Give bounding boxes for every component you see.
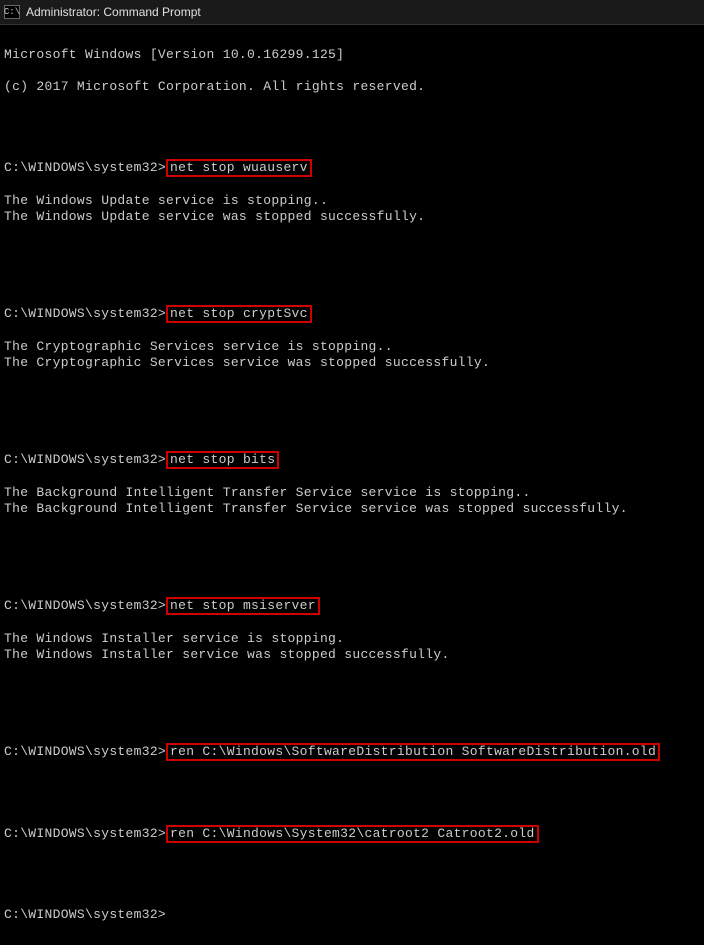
prompt: C:\WINDOWS\system32> bbox=[4, 907, 166, 922]
output-line: The Cryptographic Services service is st… bbox=[4, 339, 393, 354]
window-titlebar[interactable]: C:\ Administrator: Command Prompt bbox=[0, 0, 704, 25]
blank-line bbox=[4, 225, 700, 241]
prompt: C:\WINDOWS\system32> bbox=[4, 452, 166, 467]
cmd-icon: C:\ bbox=[4, 5, 20, 19]
cmd-line: C:\WINDOWS\system32>net stop wuauserv bbox=[4, 159, 700, 177]
highlighted-command: ren C:\Windows\SoftwareDistribution Soft… bbox=[166, 743, 660, 761]
cmd-line: C:\WINDOWS\system32>net stop cryptSvc bbox=[4, 305, 700, 323]
cmd-line: C:\WINDOWS\system32>ren C:\Windows\Softw… bbox=[4, 743, 700, 761]
output-line: The Background Intelligent Transfer Serv… bbox=[4, 485, 531, 500]
prompt: C:\WINDOWS\system32> bbox=[4, 598, 166, 613]
window-title: Administrator: Command Prompt bbox=[26, 5, 201, 19]
highlighted-command: net stop wuauserv bbox=[166, 159, 312, 177]
output-line: The Windows Installer service is stoppin… bbox=[4, 631, 344, 646]
prompt: C:\WINDOWS\system32> bbox=[4, 826, 166, 841]
output-line: The Windows Update service is stopping.. bbox=[4, 193, 328, 208]
output-line: The Background Intelligent Transfer Serv… bbox=[4, 501, 628, 516]
output-line: The Windows Installer service was stoppe… bbox=[4, 647, 450, 662]
cmd-line: C:\WINDOWS\system32> bbox=[4, 907, 700, 923]
output-line: The Cryptographic Services service was s… bbox=[4, 355, 490, 370]
blank-line bbox=[4, 371, 700, 387]
output-line: The Windows Update service was stopped s… bbox=[4, 209, 425, 224]
blank-line bbox=[4, 695, 700, 711]
blank-line bbox=[4, 777, 700, 793]
cmd-line: C:\WINDOWS\system32>net stop bits bbox=[4, 451, 700, 469]
prompt: C:\WINDOWS\system32> bbox=[4, 306, 166, 321]
highlighted-command: ren C:\Windows\System32\catroot2 Catroot… bbox=[166, 825, 539, 843]
cmd-line: C:\WINDOWS\system32>ren C:\Windows\Syste… bbox=[4, 825, 700, 843]
highlighted-command: net stop bits bbox=[166, 451, 279, 469]
blank-line bbox=[4, 111, 700, 127]
prompt: C:\WINDOWS\system32> bbox=[4, 744, 166, 759]
banner-version: Microsoft Windows [Version 10.0.16299.12… bbox=[4, 47, 700, 63]
highlighted-command: net stop msiserver bbox=[166, 597, 320, 615]
cmd-line: C:\WINDOWS\system32>net stop msiserver bbox=[4, 597, 700, 615]
blank-line bbox=[4, 257, 700, 273]
banner-copyright: (c) 2017 Microsoft Corporation. All righ… bbox=[4, 79, 700, 95]
blank-line bbox=[4, 663, 700, 679]
highlighted-command: net stop cryptSvc bbox=[166, 305, 312, 323]
blank-line bbox=[4, 549, 700, 565]
prompt: C:\WINDOWS\system32> bbox=[4, 160, 166, 175]
terminal-output[interactable]: Microsoft Windows [Version 10.0.16299.12… bbox=[0, 25, 704, 945]
blank-line bbox=[4, 403, 700, 419]
blank-line bbox=[4, 517, 700, 533]
blank-line bbox=[4, 859, 700, 875]
